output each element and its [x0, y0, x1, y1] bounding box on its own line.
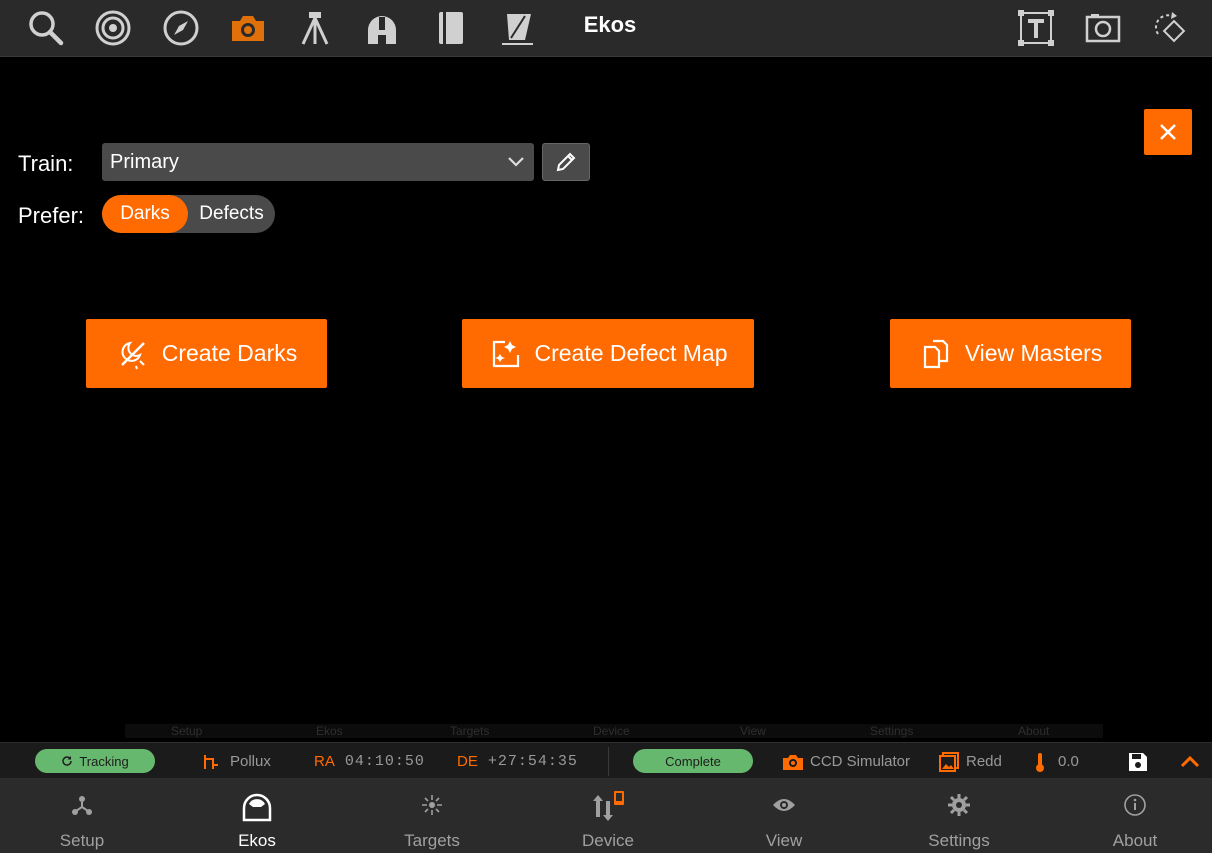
pencil-icon [556, 152, 576, 172]
nav-item-view[interactable]: View [704, 779, 864, 853]
de-value: +27:54:35 [487, 753, 578, 770]
night-mode-icon [120, 341, 145, 369]
status-bar: Tracking Pollux RA 04:10:50 DE +27:54:35… [0, 742, 1212, 779]
app-title: Ekos [583, 12, 637, 37]
nav-item-ekos[interactable]: Ekos [177, 779, 337, 853]
camera-name: CCD Simulator [810, 753, 911, 770]
expand-button[interactable] [1180, 743, 1200, 780]
crosshair-icon [422, 795, 442, 815]
faded-tab-label: Settings [870, 724, 914, 738]
observatory-icon[interactable] [360, 6, 404, 50]
mount-icon [204, 754, 218, 769]
nav-label: View [765, 831, 803, 850]
prefer-darks-option[interactable]: Darks [102, 195, 188, 233]
view-masters-label: View Masters [964, 340, 1103, 366]
notebook-icon[interactable] [428, 6, 472, 50]
create-darks-label: Create Darks [161, 340, 298, 366]
create-defect-map-button[interactable]: Create Defect Map [462, 319, 754, 388]
nav-label: Settings [928, 831, 990, 850]
frame-camera-icon[interactable] [1081, 6, 1125, 50]
compass-icon[interactable] [159, 6, 203, 50]
filter-name: Redd [966, 753, 1002, 770]
flat-panel-icon[interactable] [495, 6, 539, 50]
prefer-defects-option[interactable]: Defects [188, 195, 275, 233]
nav-label: Device [582, 831, 634, 850]
ra-value: 04:10:50 [344, 753, 425, 770]
prefer-label: Prefer: [18, 203, 85, 228]
thermometer-icon [1036, 752, 1044, 772]
eye-icon [773, 799, 795, 811]
nav-item-settings[interactable]: Settings [879, 779, 1039, 853]
chevron-up-icon [1180, 755, 1200, 767]
top-toolbar: Ekos [0, 0, 1212, 57]
nav-item-device[interactable]: Device [528, 779, 688, 853]
nav-item-targets[interactable]: Targets [352, 779, 512, 853]
camera-readout: CCD Simulator [782, 743, 910, 780]
refresh-icon [62, 756, 73, 766]
de-readout: DE +27:54:35 [457, 743, 578, 780]
bottom-navigation: Setup Ekos Targets Device View Settings … [0, 779, 1212, 853]
tracking-status-label: Tracking [79, 753, 129, 769]
network-icon [72, 796, 92, 815]
close-icon [1160, 124, 1176, 140]
train-select-value: Primary [110, 150, 179, 173]
nav-label: Ekos [238, 831, 276, 850]
ra-readout: RA 04:10:50 [314, 743, 425, 780]
target-name: Pollux [230, 753, 271, 770]
image-sparkle-icon [493, 340, 520, 367]
nav-label: Targets [404, 831, 460, 850]
faded-tab-label: Setup [171, 724, 203, 738]
faded-tab-label: About [1018, 724, 1050, 738]
prefer-toggle: Darks Defects [102, 195, 275, 233]
nav-label: About [1112, 831, 1158, 850]
train-select[interactable]: Primary [102, 143, 534, 181]
temperature-readout: 0.0 [1034, 743, 1079, 780]
faded-tab-label: Device [593, 724, 630, 738]
faded-tab-label: View [740, 724, 766, 738]
faded-tab-strip: Setup Ekos Targets Device View Settings … [125, 724, 1103, 738]
camera-icon[interactable] [226, 6, 270, 50]
train-label: Train: [18, 151, 74, 176]
save-button[interactable] [1128, 743, 1148, 780]
filter-readout: Redd [938, 743, 1002, 780]
info-icon [1124, 794, 1146, 816]
create-darks-button[interactable]: Create Darks [86, 319, 327, 388]
edit-train-button[interactable] [542, 143, 590, 181]
status-divider [608, 747, 609, 776]
create-defect-map-label: Create Defect Map [534, 340, 728, 366]
capture-status-label: Complete [665, 753, 721, 769]
search-icon[interactable] [24, 6, 68, 50]
mount-target: Pollux [202, 743, 271, 780]
temperature-value: 0.0 [1058, 753, 1079, 770]
view-masters-button[interactable]: View Masters [890, 319, 1131, 388]
target-icon[interactable] [91, 6, 135, 50]
nav-item-setup[interactable]: Setup [2, 779, 162, 853]
camera-icon [783, 754, 803, 770]
close-button[interactable] [1144, 109, 1192, 155]
tripod-icon[interactable] [293, 6, 337, 50]
de-label: DE [457, 753, 478, 770]
save-icon [1129, 752, 1147, 771]
gear-icon [948, 794, 970, 816]
copy-files-icon [923, 339, 948, 368]
faded-tab-label: Ekos [316, 724, 343, 738]
ra-label: RA [314, 753, 335, 770]
tracking-status-badge[interactable]: Tracking [35, 749, 155, 773]
device-transfer-icon [593, 791, 624, 821]
rotate-icon[interactable] [1148, 6, 1192, 50]
chevron-down-icon [508, 157, 524, 167]
filter-wheel-icon [939, 751, 959, 772]
text-frame-icon[interactable] [1014, 6, 1058, 50]
faded-tab-label: Targets [450, 724, 490, 738]
nav-label: Setup [59, 831, 105, 850]
observatory-icon [242, 793, 272, 822]
nav-item-about[interactable]: About [1055, 779, 1212, 853]
capture-status-badge[interactable]: Complete [633, 749, 753, 773]
